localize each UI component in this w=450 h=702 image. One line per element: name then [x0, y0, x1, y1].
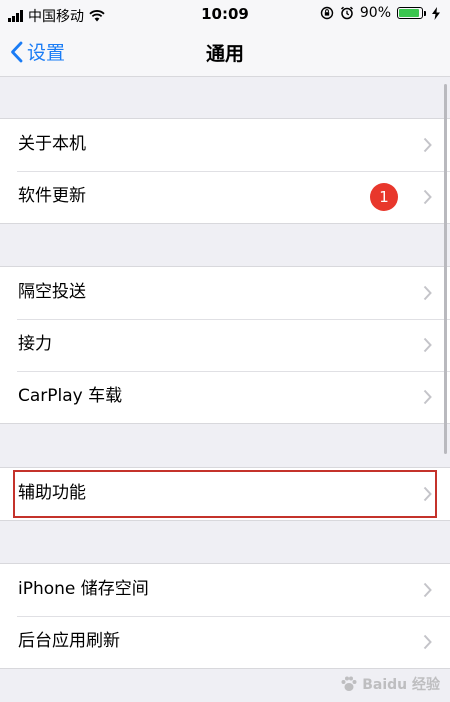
- row-iphone-storage[interactable]: iPhone 储存空间: [0, 564, 450, 616]
- row-accessibility[interactable]: 辅助功能: [0, 468, 450, 520]
- row-about[interactable]: 关于本机: [0, 119, 450, 171]
- settings-group-continuity: 隔空投送 接力 CarPlay 车载: [0, 266, 450, 424]
- row-background-refresh[interactable]: 后台应用刷新: [0, 616, 450, 668]
- row-airdrop[interactable]: 隔空投送: [0, 267, 450, 319]
- watermark-text: Baidu 经验: [362, 677, 440, 693]
- settings-group-device: 关于本机 软件更新 1: [0, 118, 450, 224]
- rotation-lock-icon: [320, 6, 334, 20]
- row-carplay-label: CarPlay 车载: [18, 386, 123, 406]
- alarm-icon: [340, 6, 353, 20]
- navigation-bar: 设置 通用: [0, 28, 450, 77]
- row-airdrop-label: 隔空投送: [18, 282, 86, 302]
- battery-percent: 90%: [359, 5, 391, 21]
- chevron-right-icon: [423, 389, 432, 405]
- row-handoff-label: 接力: [18, 334, 52, 354]
- settings-group-accessibility: 辅助功能: [0, 467, 450, 521]
- row-carplay[interactable]: CarPlay 车载: [0, 371, 450, 423]
- page-title: 通用: [205, 43, 244, 65]
- row-accessibility-label: 辅助功能: [18, 483, 86, 503]
- chevron-right-icon: [423, 634, 432, 650]
- row-software-update[interactable]: 软件更新 1: [0, 171, 450, 223]
- chevron-right-icon: [423, 486, 432, 502]
- status-bar: 中国移动 10:09 90%: [0, 0, 450, 28]
- row-software-update-label: 软件更新: [18, 186, 86, 206]
- chevron-right-icon: [423, 582, 432, 598]
- chevron-right-icon: [423, 285, 432, 301]
- chevron-right-icon: [423, 337, 432, 353]
- status-right: 90%: [320, 5, 440, 21]
- update-badge: 1: [370, 183, 398, 211]
- chevron-right-icon: [423, 189, 432, 205]
- scrollbar[interactable]: [444, 84, 447, 454]
- row-handoff[interactable]: 接力: [0, 319, 450, 371]
- row-background-refresh-label: 后台应用刷新: [18, 631, 120, 651]
- settings-group-storage: iPhone 储存空间 后台应用刷新: [0, 563, 450, 669]
- row-about-label: 关于本机: [18, 134, 86, 154]
- chevron-right-icon: [423, 137, 432, 153]
- watermark: Baidu 经验: [340, 674, 440, 694]
- row-iphone-storage-label: iPhone 储存空间: [18, 579, 149, 599]
- battery-icon: [397, 7, 426, 19]
- charging-icon: [432, 6, 440, 20]
- paw-icon: [341, 676, 357, 691]
